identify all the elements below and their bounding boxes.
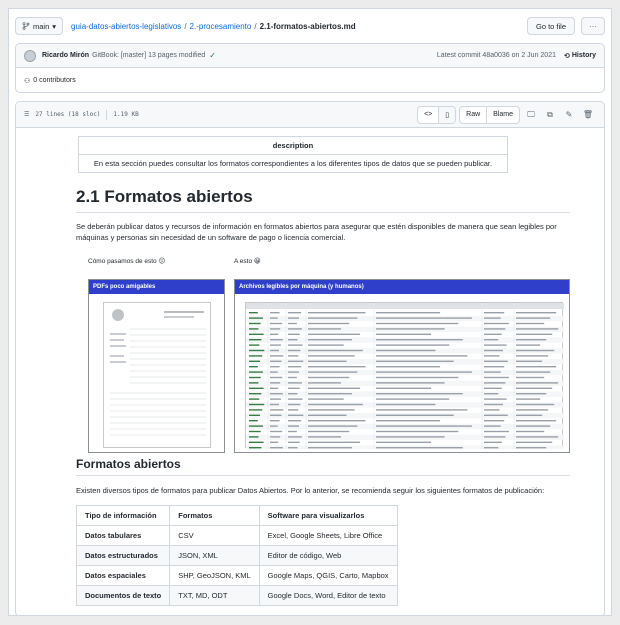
table-cell: Documentos de texto	[75, 585, 171, 606]
breadcrumb-folder-link[interactable]: 2.-procesamiento	[190, 22, 252, 31]
spreadsheet-example-image: Archivos legibles por máquina (y humanos…	[234, 279, 570, 453]
document-lines-graphic	[110, 309, 206, 436]
outline-list-icon[interactable]: ☰	[24, 111, 29, 118]
table-cell: Excel, Google Sheets, Libre Office	[258, 525, 398, 546]
file-header: ☰ 27 lines (18 sloc) 1.19 KB <> ▯ Raw Bl…	[16, 102, 604, 128]
table-cell: CSV	[169, 525, 260, 546]
branch-select-button[interactable]: main ▾	[15, 17, 64, 35]
contributors-count: 0 contributors	[33, 77, 76, 84]
frontmatter-description: En esta sección puedes consultar los for…	[78, 154, 508, 173]
pdf-example-image: PDFs poco amigables	[88, 279, 225, 453]
commit-box: Ricardo Mirón GitBook: [master] 13 pages…	[15, 43, 605, 93]
file-actions: <> ▯ Raw Blame 🖵 ⧉ ✎ 🗑	[417, 105, 596, 124]
table-cell: Datos espaciales	[75, 565, 171, 586]
table-cell: Datos tabulares	[75, 525, 171, 546]
spreadsheet-card-title: Archivos legibles por máquina (y humanos…	[235, 280, 569, 294]
raw-button[interactable]: Raw	[460, 106, 488, 123]
go-to-file-button[interactable]: Go to file	[526, 17, 575, 35]
file-size-info: 1.19 KB	[113, 111, 139, 118]
table-header-row: Tipo de información Formatos Software pa…	[75, 505, 398, 526]
table-cell: Google Maps, QGIS, Carto, Mapbox	[258, 565, 398, 586]
code-view-icon[interactable]: <>	[418, 106, 440, 123]
history-link[interactable]: ⟲ History	[564, 52, 596, 60]
formats-table: Tipo de información Formatos Software pa…	[75, 505, 398, 606]
view-toggle: <> ▯	[417, 105, 457, 124]
table-cell: Google Docs, Word, Editor de texto	[258, 585, 398, 606]
latest-commit-info[interactable]: Latest commit 48a0036 on 2 Jun 2021	[437, 52, 556, 59]
more-options-button[interactable]: ···	[581, 17, 605, 35]
page-title: 2.1 Formatos abiertos	[76, 187, 570, 213]
history-label: History	[571, 52, 596, 59]
intro-paragraph: Se deberán publicar datos y recursos de …	[76, 222, 557, 242]
check-icon: ✓	[209, 51, 216, 60]
raw-blame-group: Raw Blame	[459, 105, 520, 124]
commit-message[interactable]: GitBook: [master] 13 pages modified	[92, 52, 205, 59]
pencil-icon[interactable]: ✎	[561, 107, 577, 123]
copy-icon[interactable]: ⧉	[542, 107, 558, 123]
people-icon: ⚇	[24, 77, 31, 85]
file-box: ☰ 27 lines (18 sloc) 1.19 KB <> ▯ Raw Bl…	[15, 101, 605, 615]
breadcrumb: guia-datos-abiertos-legislativos / 2.-pr…	[71, 21, 356, 31]
table-row: Datos espaciales SHP, GeoJSON, KML Googl…	[75, 565, 398, 586]
comparison-figure: Cómo pasamos de esto 😕 A esto 😀 PDFs poc…	[76, 249, 570, 453]
github-file-view: main ▾ guia-datos-abiertos-legislativos …	[8, 8, 612, 616]
column-header: Software para visualizarlos	[258, 505, 398, 526]
commit-author[interactable]: Ricardo Mirón	[42, 52, 89, 59]
formats-paragraph: Existen diversos tipos de formatos para …	[76, 486, 545, 495]
spreadsheet-thumbnail	[245, 302, 564, 451]
latest-commit-row: Ricardo Mirón GitBook: [master] 13 pages…	[16, 44, 604, 68]
scanned-document-thumbnail	[103, 302, 211, 448]
left-figure-caption: Cómo pasamos de esto 😕	[88, 258, 166, 265]
blame-button[interactable]: Blame	[487, 107, 519, 123]
column-header: Tipo de información	[75, 505, 171, 526]
section-heading: Formatos abiertos	[76, 457, 570, 476]
frontmatter-header: description	[78, 136, 508, 155]
table-cell: SHP, GeoJSON, KML	[169, 565, 260, 586]
table-row: Datos estructurados JSON, XML Editor de …	[75, 545, 398, 566]
contributors-row: ⚇ 0 contributors	[16, 68, 604, 93]
right-figure-caption: A esto 😀	[234, 258, 261, 265]
table-cell: TXT, MD, ODT	[169, 585, 260, 606]
pdf-card-title: PDFs poco amigables	[89, 280, 224, 294]
breadcrumb-current-file: 2.1-formatos-abiertos.md	[259, 21, 356, 31]
file-navigation: main ▾ guia-datos-abiertos-legislativos …	[15, 15, 605, 37]
file-lines-info: 27 lines (18 sloc)	[35, 111, 101, 118]
breadcrumb-repo-link[interactable]: guia-datos-abiertos-legislativos	[71, 22, 181, 31]
history-icon: ⟲	[564, 52, 570, 60]
spreadsheet-grid-graphic	[246, 303, 564, 451]
branch-name: main	[33, 21, 50, 31]
column-header: Formatos	[169, 505, 260, 526]
avatar[interactable]	[24, 49, 36, 62]
git-branch-icon	[22, 22, 30, 30]
table-row: Documentos de texto TXT, MD, ODT Google …	[75, 585, 398, 606]
trash-icon[interactable]: 🗑	[580, 107, 596, 123]
table-cell: JSON, XML	[169, 545, 260, 566]
chevron-down-icon: ▾	[52, 21, 57, 31]
desktop-icon[interactable]: 🖵	[523, 107, 539, 123]
table-row: Datos tabulares CSV Excel, Google Sheets…	[75, 525, 398, 546]
table-cell: Datos estructurados	[75, 545, 171, 566]
table-cell: Editor de código, Web	[258, 545, 398, 566]
markdown-body: description En esta sección puedes consu…	[75, 136, 570, 606]
preview-file-icon[interactable]: ▯	[439, 106, 456, 123]
frontmatter-table: description En esta sección puedes consu…	[78, 136, 508, 173]
